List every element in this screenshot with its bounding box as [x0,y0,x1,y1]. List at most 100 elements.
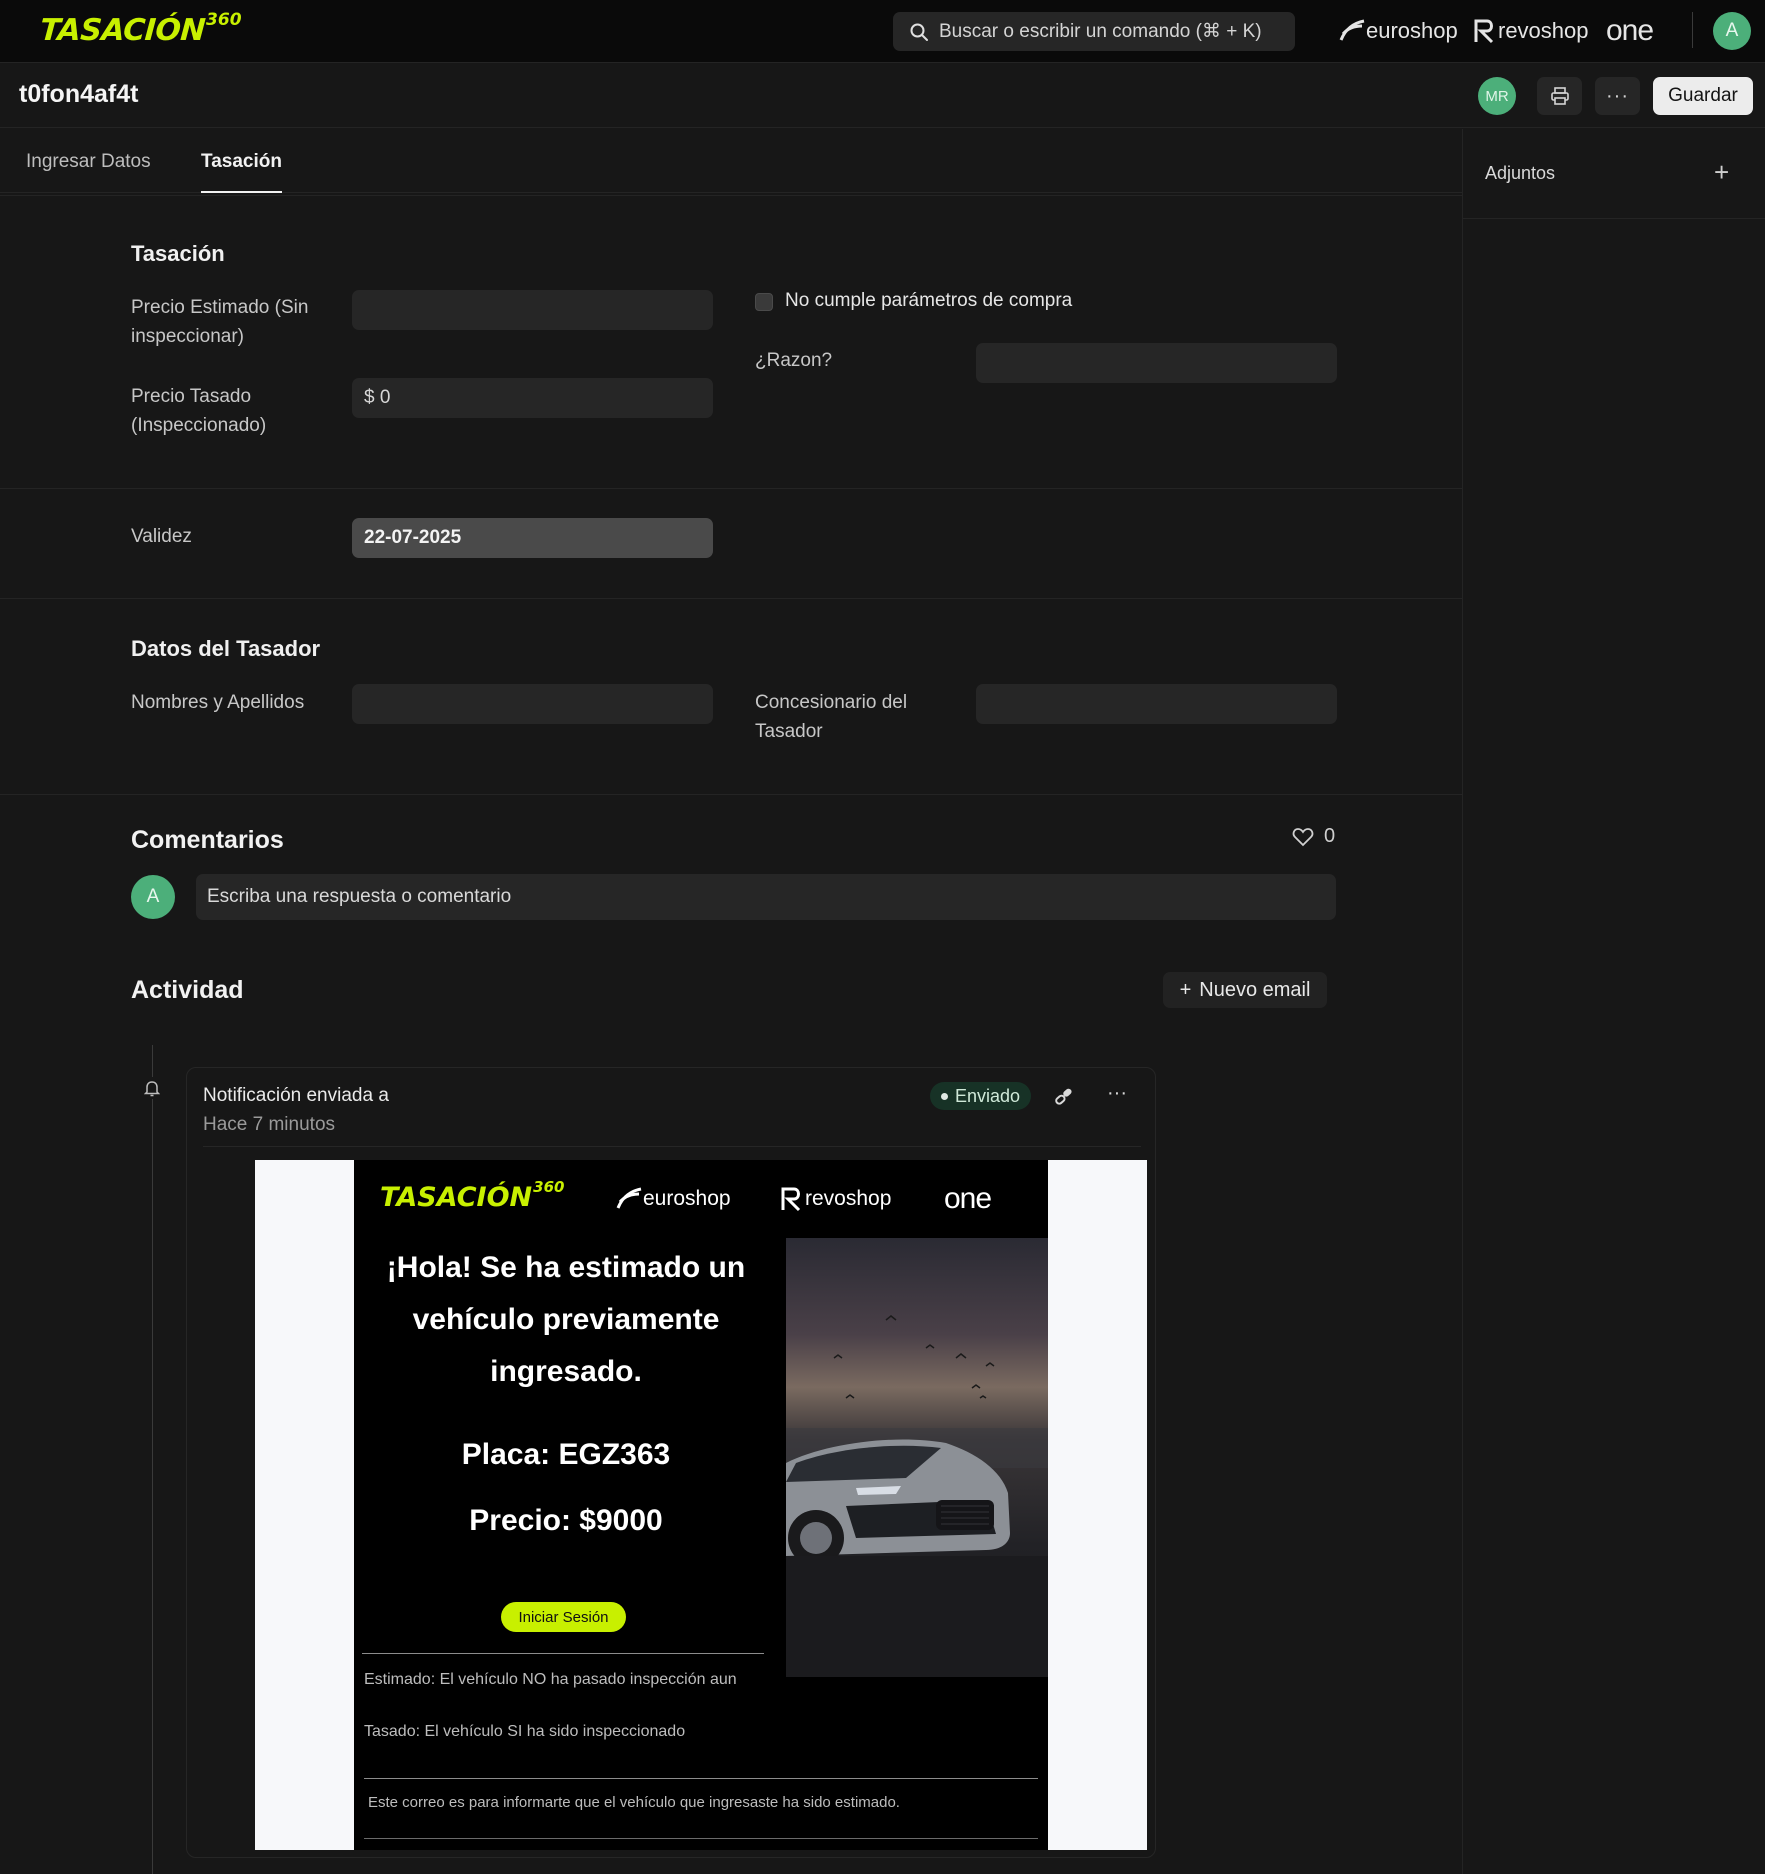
email-headline: ¡Hola! Se ha estimado un vehículo previa… [386,1251,746,1388]
commenter-avatar: A [131,875,175,919]
new-email-button[interactable]: + Nuevo email [1163,972,1327,1008]
partner-logo-one[interactable]: one [1606,12,1654,50]
euroshop-swoosh-icon [1339,19,1365,41]
partner-logo-revoshop[interactable]: revoshop [1472,12,1589,50]
email-footer-text: Este correo es para informarte que el ve… [368,1794,900,1811]
top-navbar: TASACIÓN 360 Buscar o escribir un comand… [0,0,1765,63]
page-header: t0fon4af4t MR ··· Guardar [0,64,1765,128]
nombres-field[interactable] [352,684,713,724]
email-login-button[interactable]: Iniciar Sesión [501,1602,626,1632]
email-body: TASACIÓN 360 euroshop revoshop one ¡Hola… [354,1160,1048,1850]
plus-icon: + [1179,978,1192,1001]
partner-logo-euroshop[interactable]: euroshop [1338,12,1458,50]
card-more-button[interactable]: ··· [1107,1082,1127,1105]
section-title-tasacion: Tasación [131,241,225,266]
command-search-bar[interactable]: Buscar o escribir un comando (⌘ + K) [893,12,1295,51]
section-divider [0,598,1462,599]
notification-timestamp: Hace 7 minutos [203,1114,336,1135]
search-placeholder: Buscar o escribir un comando (⌘ + K) [939,21,1262,42]
precio-tasado-label: Precio Tasado (Inspeccionado) [131,386,267,436]
comment-input[interactable]: Escriba una respuesta o comentario [196,874,1336,920]
status-label: Enviado [955,1085,1021,1106]
email-divider [364,1838,1038,1839]
page-title: t0fon4af4t [19,80,139,108]
plus-icon: + [1714,157,1730,187]
comments-title: Comentarios [131,826,284,854]
email-partner-revoshop-label: revoshop [805,1187,892,1210]
ellipsis-icon: ··· [1606,84,1629,107]
precio-estimado-label: Precio Estimado (Sin inspeccionar) [131,297,309,347]
razon-label: ¿Razon? [755,350,833,371]
brand-wordmark: TASACIÓN [38,13,207,48]
car-graphic [786,1439,1010,1566]
validez-date-field[interactable]: 22-07-2025 [352,518,713,558]
print-button[interactable] [1537,77,1582,115]
email-brand-superscript: 360 [533,1178,565,1196]
tab-ingresar-datos[interactable]: Ingresar Datos [26,151,151,191]
email-partner-revoshop: revoshop [779,1184,891,1214]
bell-icon [141,1077,163,1099]
new-email-label: Nuevo email [1199,978,1311,1001]
form-tabs: Ingresar Datos Tasación [0,129,1462,193]
heart-icon [1292,827,1314,846]
brand-superscript: 360 [206,10,242,30]
partner-euroshop-label: euroshop [1366,18,1458,43]
euroshop-swoosh-icon [616,1187,642,1209]
validez-label: Validez [131,526,192,547]
activity-timeline [152,1045,153,1874]
notification-title: Notificación enviada a [203,1085,389,1106]
tab-tasacion[interactable]: Tasación [201,151,282,193]
activity-title: Actividad [131,976,244,1004]
email-partner-euroshop: euroshop [615,1184,731,1214]
card-divider [203,1146,1141,1147]
email-plate: Placa: EGZ363 [461,1438,671,1471]
birds-graphic [833,1315,995,1399]
attachments-header: Adjuntos + [1463,129,1765,219]
partner-revoshop-label: revoshop [1498,18,1589,43]
save-button[interactable]: Guardar [1653,77,1753,115]
revoshop-r-icon [1474,19,1494,44]
car-photo [786,1238,1048,1677]
no-cumple-label: No cumple parámetros de compra [785,290,1073,311]
section-divider [0,488,1462,489]
brand-logo[interactable]: TASACIÓN 360 [38,10,242,52]
email-divider [362,1653,764,1654]
email-brand-logo: TASACIÓN 360 [380,1178,564,1218]
email-note-tasado: Tasado: El vehículo SI ha sido inspeccio… [364,1723,686,1740]
concesionario-label: Concesionario del Tasador [755,692,908,742]
email-partner-one-label: one [944,1182,992,1215]
attachments-sidebar: Adjuntos + [1462,129,1765,1874]
section-divider [0,794,1462,795]
status-badge: Enviado [930,1082,1032,1110]
precio-estimado-field[interactable] [352,290,713,330]
user-avatar[interactable]: A [1713,12,1751,50]
navbar-divider [1692,12,1693,48]
attachments-title: Adjuntos [1485,163,1556,183]
email-divider [364,1778,1038,1779]
partner-one-label: one [1606,14,1654,47]
status-dot-icon [941,1092,948,1100]
add-attachment-button[interactable]: + [1714,157,1729,188]
no-cumple-checkbox[interactable] [755,293,773,311]
like-count: 0 [1324,825,1336,847]
email-price: Precio: $9000 [469,1504,663,1537]
link-icon[interactable] [1053,1086,1075,1113]
revoshop-r-icon [781,1187,801,1212]
email-preview: TASACIÓN 360 euroshop revoshop one ¡Hola… [255,1160,1147,1850]
search-icon [910,23,928,41]
more-options-button[interactable]: ··· [1595,77,1640,115]
notification-card: Notificación enviada a Hace 7 minutos En… [186,1067,1156,1858]
assignee-avatar[interactable]: MR [1478,77,1516,115]
printer-icon [1550,87,1569,105]
email-brand-wordmark: TASACIÓN [380,1182,533,1213]
section-title-tasador: Datos del Tasador [131,636,321,661]
precio-tasado-field[interactable]: $ 0 [352,378,713,418]
nombres-label: Nombres y Apellidos [131,692,305,713]
like-button[interactable]: 0 [1292,825,1335,848]
section-divider [0,195,1462,196]
ellipsis-icon: ··· [1107,1082,1127,1104]
email-partner-euroshop-label: euroshop [643,1187,731,1210]
email-note-estimado: Estimado: El vehículo NO ha pasado inspe… [364,1671,737,1688]
razon-field[interactable] [976,343,1337,383]
concesionario-field[interactable] [976,684,1337,724]
